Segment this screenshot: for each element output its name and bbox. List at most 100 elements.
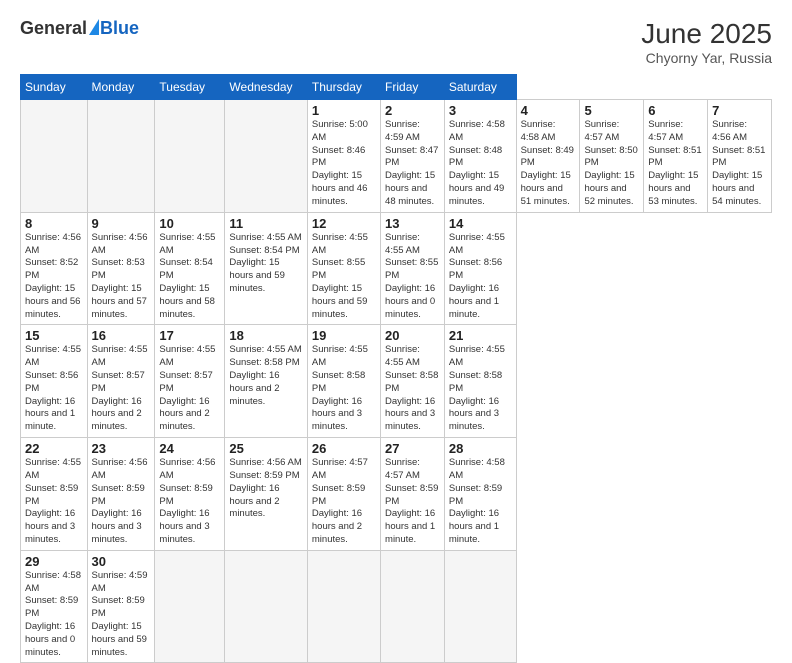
calendar-week-row-0: 1Sunrise: 5:00 AM Sunset: 8:46 PM Daylig…	[21, 100, 772, 213]
calendar-cell: 10Sunrise: 4:55 AM Sunset: 8:54 PM Dayli…	[155, 212, 225, 325]
calendar-week-row-4: 29Sunrise: 4:58 AM Sunset: 8:59 PM Dayli…	[21, 550, 772, 663]
day-info: Sunrise: 4:56 AM Sunset: 8:59 PM Dayligh…	[92, 457, 151, 547]
day-info: Sunrise: 4:58 AM Sunset: 8:59 PM Dayligh…	[449, 457, 512, 547]
day-info: Sunrise: 4:58 AM Sunset: 8:49 PM Dayligh…	[521, 119, 576, 209]
calendar-cell	[307, 550, 380, 663]
day-info: Sunrise: 4:55 AM Sunset: 8:54 PM Dayligh…	[229, 232, 302, 296]
calendar-cell: 3Sunrise: 4:58 AM Sunset: 8:48 PM Daylig…	[444, 100, 516, 213]
day-info: Sunrise: 4:55 AM Sunset: 8:59 PM Dayligh…	[25, 457, 83, 547]
calendar-header-saturday: Saturday	[444, 75, 516, 100]
calendar-cell	[155, 550, 225, 663]
calendar-cell: 4Sunrise: 4:58 AM Sunset: 8:49 PM Daylig…	[516, 100, 580, 213]
calendar-cell: 20Sunrise: 4:55 AM Sunset: 8:58 PM Dayli…	[381, 325, 445, 438]
day-number: 11	[229, 216, 302, 231]
day-info: Sunrise: 4:56 AM Sunset: 8:51 PM Dayligh…	[712, 119, 767, 209]
day-number: 30	[92, 554, 151, 569]
calendar-table: SundayMondayTuesdayWednesdayThursdayFrid…	[20, 74, 772, 663]
calendar-cell: 13Sunrise: 4:55 AM Sunset: 8:55 PM Dayli…	[381, 212, 445, 325]
day-number: 10	[159, 216, 220, 231]
calendar-cell	[225, 100, 307, 213]
calendar-week-row-1: 8Sunrise: 4:56 AM Sunset: 8:52 PM Daylig…	[21, 212, 772, 325]
day-number: 22	[25, 441, 83, 456]
calendar-cell: 22Sunrise: 4:55 AM Sunset: 8:59 PM Dayli…	[21, 438, 88, 551]
day-info: Sunrise: 4:56 AM Sunset: 8:52 PM Dayligh…	[25, 232, 83, 322]
day-info: Sunrise: 4:55 AM Sunset: 8:54 PM Dayligh…	[159, 232, 220, 322]
day-info: Sunrise: 4:57 AM Sunset: 8:59 PM Dayligh…	[312, 457, 376, 547]
day-number: 14	[449, 216, 512, 231]
day-number: 5	[584, 103, 639, 118]
day-number: 19	[312, 328, 376, 343]
calendar-cell: 25Sunrise: 4:56 AM Sunset: 8:59 PM Dayli…	[225, 438, 307, 551]
day-info: Sunrise: 4:58 AM Sunset: 8:48 PM Dayligh…	[449, 119, 512, 209]
calendar-cell: 28Sunrise: 4:58 AM Sunset: 8:59 PM Dayli…	[444, 438, 516, 551]
day-number: 29	[25, 554, 83, 569]
day-number: 8	[25, 216, 83, 231]
day-number: 21	[449, 328, 512, 343]
calendar-cell: 16Sunrise: 4:55 AM Sunset: 8:57 PM Dayli…	[87, 325, 155, 438]
calendar-cell: 18Sunrise: 4:55 AM Sunset: 8:58 PM Dayli…	[225, 325, 307, 438]
calendar-header-row: SundayMondayTuesdayWednesdayThursdayFrid…	[21, 75, 772, 100]
calendar-header-tuesday: Tuesday	[155, 75, 225, 100]
calendar-cell	[225, 550, 307, 663]
calendar-cell: 26Sunrise: 4:57 AM Sunset: 8:59 PM Dayli…	[307, 438, 380, 551]
calendar-cell: 6Sunrise: 4:57 AM Sunset: 8:51 PM Daylig…	[644, 100, 708, 213]
day-number: 12	[312, 216, 376, 231]
calendar-cell	[21, 100, 88, 213]
month-title: June 2025	[641, 18, 772, 50]
calendar-cell: 9Sunrise: 4:56 AM Sunset: 8:53 PM Daylig…	[87, 212, 155, 325]
day-number: 25	[229, 441, 302, 456]
logo: General Blue	[20, 18, 139, 39]
calendar-cell: 29Sunrise: 4:58 AM Sunset: 8:59 PM Dayli…	[21, 550, 88, 663]
calendar-cell: 21Sunrise: 4:55 AM Sunset: 8:58 PM Dayli…	[444, 325, 516, 438]
day-number: 20	[385, 328, 440, 343]
calendar-cell: 14Sunrise: 4:55 AM Sunset: 8:56 PM Dayli…	[444, 212, 516, 325]
calendar-header-monday: Monday	[87, 75, 155, 100]
day-number: 15	[25, 328, 83, 343]
day-info: Sunrise: 4:59 AM Sunset: 8:47 PM Dayligh…	[385, 119, 440, 209]
day-number: 27	[385, 441, 440, 456]
page: General Blue June 2025 Chyorny Yar, Russ…	[0, 0, 792, 612]
calendar-cell: 19Sunrise: 4:55 AM Sunset: 8:58 PM Dayli…	[307, 325, 380, 438]
calendar-week-row-2: 15Sunrise: 4:55 AM Sunset: 8:56 PM Dayli…	[21, 325, 772, 438]
calendar-header-wednesday: Wednesday	[225, 75, 307, 100]
day-number: 7	[712, 103, 767, 118]
day-number: 1	[312, 103, 376, 118]
day-info: Sunrise: 4:55 AM Sunset: 8:56 PM Dayligh…	[449, 232, 512, 322]
calendar-cell: 17Sunrise: 4:55 AM Sunset: 8:57 PM Dayli…	[155, 325, 225, 438]
day-info: Sunrise: 4:55 AM Sunset: 8:56 PM Dayligh…	[25, 344, 83, 434]
calendar-cell: 7Sunrise: 4:56 AM Sunset: 8:51 PM Daylig…	[708, 100, 772, 213]
calendar-cell: 27Sunrise: 4:57 AM Sunset: 8:59 PM Dayli…	[381, 438, 445, 551]
day-info: Sunrise: 4:57 AM Sunset: 8:59 PM Dayligh…	[385, 457, 440, 547]
calendar-header-sunday: Sunday	[21, 75, 88, 100]
logo-blue-text: Blue	[100, 18, 139, 39]
calendar-header-friday: Friday	[381, 75, 445, 100]
day-info: Sunrise: 4:55 AM Sunset: 8:55 PM Dayligh…	[385, 232, 440, 322]
day-info: Sunrise: 4:56 AM Sunset: 8:53 PM Dayligh…	[92, 232, 151, 322]
day-info: Sunrise: 4:55 AM Sunset: 8:58 PM Dayligh…	[449, 344, 512, 434]
calendar-header-thursday: Thursday	[307, 75, 380, 100]
day-info: Sunrise: 4:55 AM Sunset: 8:58 PM Dayligh…	[312, 344, 376, 434]
day-number: 18	[229, 328, 302, 343]
calendar-cell: 11Sunrise: 4:55 AM Sunset: 8:54 PM Dayli…	[225, 212, 307, 325]
title-section: June 2025 Chyorny Yar, Russia	[641, 18, 772, 66]
day-number: 24	[159, 441, 220, 456]
day-info: Sunrise: 5:00 AM Sunset: 8:46 PM Dayligh…	[312, 119, 376, 209]
day-info: Sunrise: 4:56 AM Sunset: 8:59 PM Dayligh…	[229, 457, 302, 521]
logo-icon	[89, 19, 99, 35]
calendar-cell	[87, 100, 155, 213]
day-number: 3	[449, 103, 512, 118]
day-info: Sunrise: 4:57 AM Sunset: 8:50 PM Dayligh…	[584, 119, 639, 209]
day-info: Sunrise: 4:59 AM Sunset: 8:59 PM Dayligh…	[92, 570, 151, 660]
day-info: Sunrise: 4:55 AM Sunset: 8:58 PM Dayligh…	[229, 344, 302, 408]
day-number: 13	[385, 216, 440, 231]
logo-general-text: General	[20, 18, 87, 39]
day-info: Sunrise: 4:56 AM Sunset: 8:59 PM Dayligh…	[159, 457, 220, 547]
calendar-cell: 15Sunrise: 4:55 AM Sunset: 8:56 PM Dayli…	[21, 325, 88, 438]
day-number: 2	[385, 103, 440, 118]
calendar-cell: 30Sunrise: 4:59 AM Sunset: 8:59 PM Dayli…	[87, 550, 155, 663]
day-number: 9	[92, 216, 151, 231]
day-info: Sunrise: 4:57 AM Sunset: 8:51 PM Dayligh…	[648, 119, 703, 209]
day-number: 28	[449, 441, 512, 456]
calendar-cell: 2Sunrise: 4:59 AM Sunset: 8:47 PM Daylig…	[381, 100, 445, 213]
day-number: 16	[92, 328, 151, 343]
